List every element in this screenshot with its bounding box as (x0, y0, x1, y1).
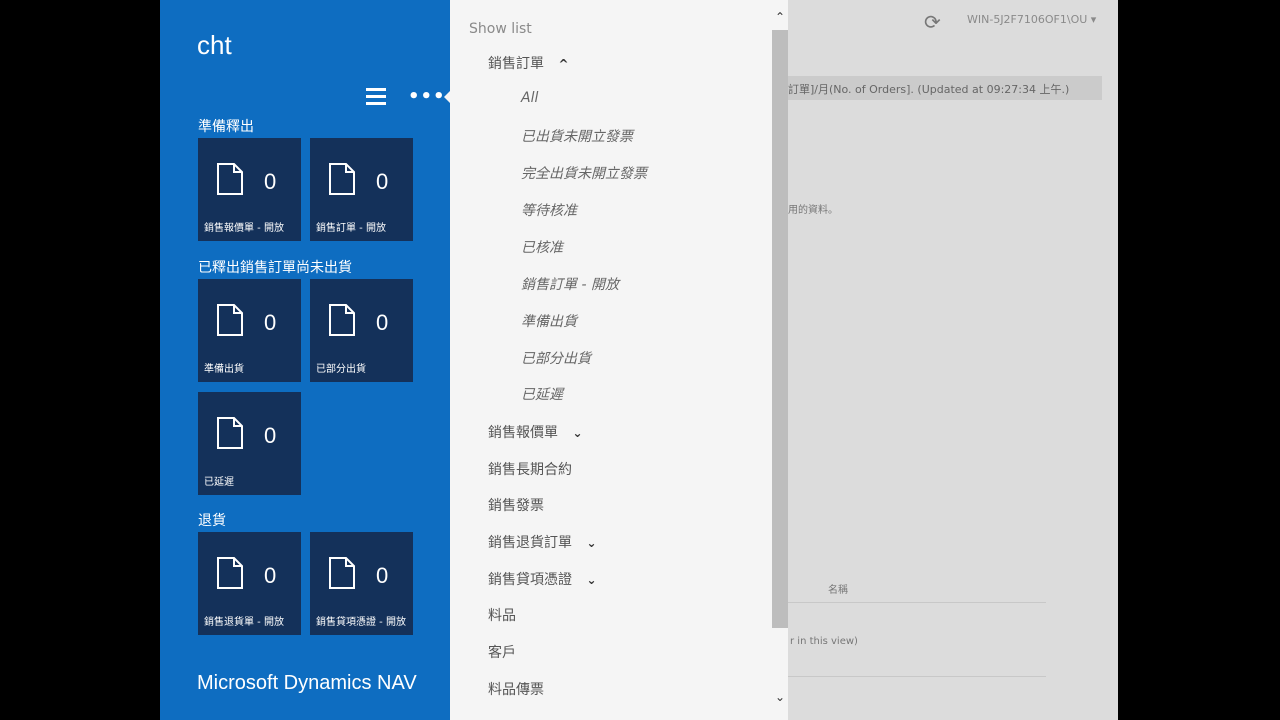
chevron-up-icon[interactable]: ^ (558, 57, 568, 71)
list-item[interactable]: 銷售貸項憑證 ⌄ (488, 569, 597, 589)
tile-count: 0 (264, 423, 277, 448)
list-item-label: 料品傳票 (488, 682, 544, 698)
list-item[interactable]: 料品傳票 (488, 679, 544, 699)
group-title: 準備釋出 (198, 119, 254, 135)
list-item-label: 銷售報價單 (488, 425, 558, 441)
chevron-down-icon[interactable]: ⌄ (572, 426, 582, 440)
list-item-sales-orders[interactable]: 銷售訂單 ^ (488, 53, 569, 73)
list-item[interactable]: 銷售退貨訂單 ⌄ (488, 532, 597, 552)
scroll-up-icon[interactable]: ⌃ (772, 10, 788, 26)
list-item-label: 客戶 (488, 645, 516, 661)
sub-list-item[interactable]: 準備出貨 (521, 311, 577, 331)
navigation-pane: cht ••• 準備釋出 0 銷售報價單 - 開放 0 銷售訂單 - 開放 已釋… (160, 0, 451, 720)
group-title: 已釋出銷售訂單尚未出貨 (198, 260, 352, 276)
cue-tile[interactable]: 0 準備出貨 (198, 279, 301, 382)
document-icon (217, 417, 243, 449)
tile-label: 準備出貨 (204, 364, 244, 375)
document-icon (329, 557, 355, 589)
tile-label: 銷售退貨單 - 開放 (204, 617, 284, 628)
banner-text: 訂單]/月(No. of Orders]. (Updated at 09:27:… (788, 83, 1070, 96)
more-options-icon[interactable]: ••• (408, 86, 446, 107)
tile-count: 0 (376, 169, 389, 194)
document-icon (217, 557, 243, 589)
cue-tile[interactable]: 0 銷售報價單 - 開放 (198, 138, 301, 241)
tile-label: 銷售訂單 - 開放 (316, 223, 386, 234)
list-item[interactable]: 銷售長期合約 (488, 459, 572, 479)
product-brand: Microsoft Dynamics NAV (197, 672, 417, 694)
document-icon (329, 163, 355, 195)
company-name[interactable]: cht (197, 30, 232, 61)
list-item[interactable]: 客戶 (488, 642, 516, 662)
sub-list-item[interactable]: 已部分出貨 (521, 348, 591, 368)
show-list-dropdown: Show list 銷售訂單 ^ All 已出貨未開立發票 完全出貨未開立發票 … (450, 0, 788, 720)
list-item[interactable]: 料品 (488, 605, 516, 625)
tile-label: 銷售報價單 - 開放 (204, 223, 284, 234)
user-menu[interactable]: WIN-5J2F7106OF1\OU ▾ (967, 13, 1096, 26)
cue-tile[interactable]: 0 銷售貸項憑證 - 開放 (310, 532, 413, 635)
list-item-label: 銷售貸項憑證 (488, 572, 572, 588)
cue-tile[interactable]: 0 銷售退貨單 - 開放 (198, 532, 301, 635)
group-title: 退貨 (198, 513, 226, 529)
chart-banner: 訂單]/月(No. of Orders]. (Updated at 09:27:… (788, 76, 1102, 100)
hamburger-menu-icon[interactable] (366, 88, 386, 106)
tile-label: 已部分出貨 (316, 364, 366, 375)
chevron-down-icon[interactable]: ⌄ (586, 573, 596, 587)
background-note: 用的資料。 (788, 205, 838, 216)
tile-count: 0 (264, 310, 277, 335)
tile-label: 銷售貸項憑證 - 開放 (316, 617, 406, 628)
tile-count: 0 (376, 563, 389, 588)
dropdown-header: Show list (469, 21, 532, 37)
list-item[interactable]: 銷售發票 (488, 495, 544, 515)
cue-tile[interactable]: 0 已部分出貨 (310, 279, 413, 382)
sub-list-item[interactable]: 等待核准 (521, 200, 577, 220)
document-icon (329, 304, 355, 336)
list-item-label: 銷售長期合約 (488, 462, 572, 478)
app-window: ⟳ WIN-5J2F7106OF1\OU ▾ 訂單]/月(No. of Orde… (160, 0, 1118, 720)
document-icon (217, 163, 243, 195)
list-item-label: 銷售發票 (488, 498, 544, 514)
scrollbar-thumb[interactable] (772, 30, 788, 628)
divider (788, 676, 1046, 677)
divider (788, 602, 1046, 603)
tile-label: 已延遲 (204, 477, 234, 488)
chevron-down-icon[interactable]: ⌄ (586, 536, 596, 550)
document-icon (217, 304, 243, 336)
cue-tile[interactable]: 0 已延遲 (198, 392, 301, 495)
tile-count: 0 (264, 563, 277, 588)
sub-list-item[interactable]: 銷售訂單 - 開放 (521, 274, 619, 294)
list-item-label: 銷售訂單 (488, 56, 544, 72)
sub-list-item[interactable]: 完全出貨未開立發票 (521, 163, 647, 183)
sub-list-item[interactable]: 已出貨未開立發票 (521, 126, 633, 146)
refresh-icon[interactable]: ⟳ (924, 10, 941, 34)
tile-count: 0 (376, 310, 389, 335)
list-item-label: 銷售退貨訂單 (488, 535, 572, 551)
list-item-label: 料品 (488, 608, 516, 624)
column-header: 名稱 (828, 585, 848, 596)
sub-list-item[interactable]: 已延遲 (521, 384, 563, 404)
sub-list-item[interactable]: 已核准 (521, 237, 563, 257)
list-item[interactable]: 銷售報價單 ⌄ (488, 422, 583, 442)
empty-message: r in this view) (790, 636, 858, 647)
sub-list-item[interactable]: All (521, 90, 538, 106)
cue-tile[interactable]: 0 銷售訂單 - 開放 (310, 138, 413, 241)
scroll-down-icon[interactable]: ⌄ (772, 690, 788, 706)
tile-count: 0 (264, 169, 277, 194)
